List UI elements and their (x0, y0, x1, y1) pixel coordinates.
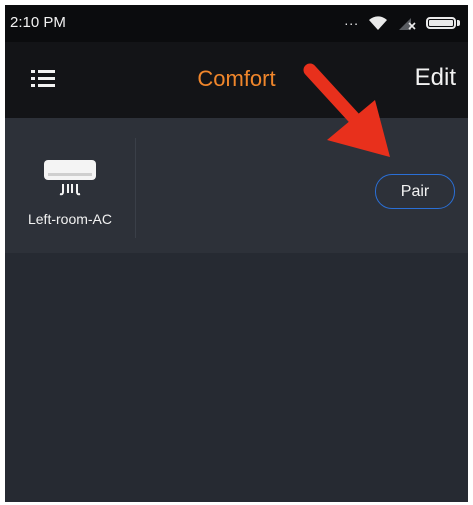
edit-button[interactable]: Edit (415, 64, 456, 92)
pair-button[interactable]: Pair (375, 174, 455, 209)
air-conditioner-icon (44, 160, 96, 196)
page-title: Comfort (197, 66, 276, 91)
wifi-icon (369, 16, 387, 30)
battery-icon (426, 17, 460, 29)
status-time: 2:10 PM (10, 14, 66, 31)
no-sim-icon (399, 18, 416, 30)
device-card[interactable]: Left-room-AC (5, 138, 136, 238)
more-dots-icon: ... (344, 12, 359, 28)
device-name: Left-room-AC (27, 211, 113, 227)
phone-screen: 2:10 PM ... Comfort Edit Left-room-AC Pa… (5, 5, 468, 502)
status-icons: ... (344, 12, 460, 32)
device-panel: Left-room-AC Pair (5, 118, 468, 253)
status-bar: 2:10 PM ... (5, 5, 468, 42)
app-bar: Comfort Edit (5, 42, 468, 118)
